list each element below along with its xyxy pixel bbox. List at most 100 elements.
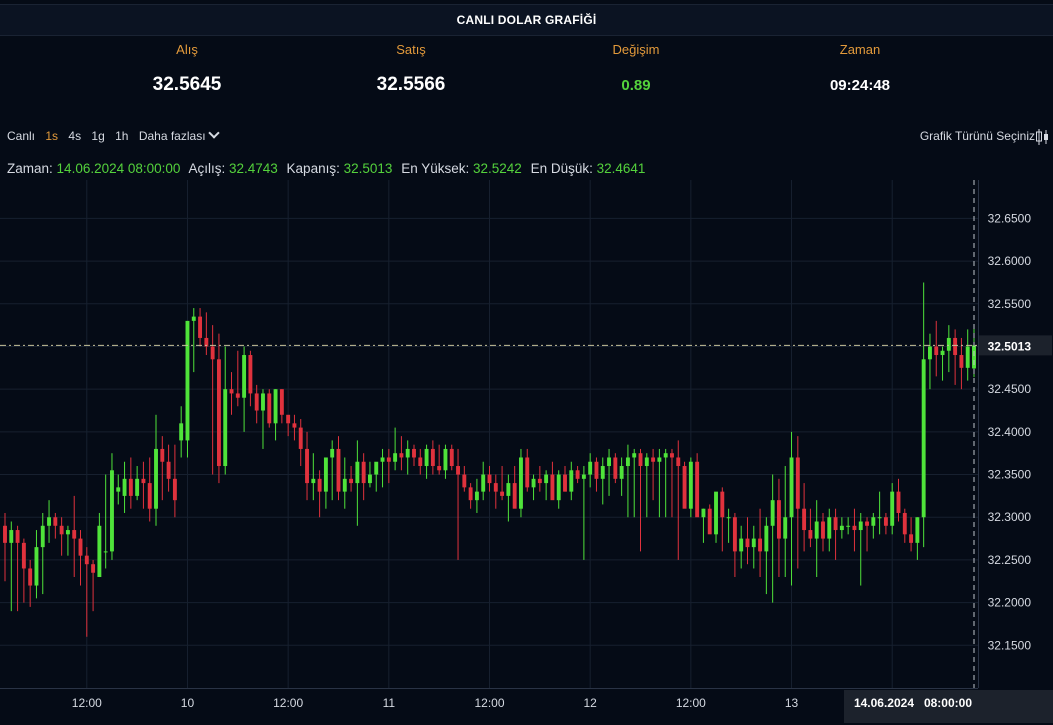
candle-body xyxy=(103,551,108,553)
candle-body xyxy=(575,470,580,479)
candle-body xyxy=(776,500,781,539)
candle-body xyxy=(896,491,901,513)
ohlc-open-value: 32.4743 xyxy=(228,161,278,176)
current-price-label: 32.5013 xyxy=(988,339,1032,353)
candle-body xyxy=(160,448,165,462)
candle-body xyxy=(72,530,77,539)
x-tick-label: 12:00 xyxy=(273,696,303,710)
candle-body xyxy=(846,525,851,527)
chart-type-selector[interactable]: Grafik Türünü Seçiniz xyxy=(920,129,1035,143)
candle-body xyxy=(437,466,442,471)
candle-body xyxy=(934,346,939,356)
candle-body xyxy=(594,461,599,479)
candle-body xyxy=(619,466,624,479)
candle-body xyxy=(235,393,240,398)
candle-body xyxy=(877,517,882,519)
candle-body xyxy=(122,478,127,496)
more-dropdown[interactable]: Daha fazlası xyxy=(138,127,220,143)
ohlc-high-label: En Yüksek: xyxy=(401,161,470,176)
candle-body xyxy=(361,461,366,484)
candle-body xyxy=(462,474,467,488)
candle-body xyxy=(3,525,7,543)
candle-body xyxy=(355,461,360,484)
live-button[interactable]: Canlı xyxy=(7,129,35,143)
candle-body xyxy=(959,355,964,368)
x-tick-label: 11 xyxy=(383,696,396,710)
candle-body xyxy=(323,457,328,492)
ohlc-close-label: Kapanış: xyxy=(286,161,340,176)
interval-1g[interactable]: 1g xyxy=(91,129,104,143)
candle-body xyxy=(254,393,259,411)
candle-body xyxy=(97,525,102,578)
candle-body xyxy=(47,517,51,526)
candle-body xyxy=(770,500,775,526)
candle-body xyxy=(110,470,114,552)
x-tick-label: 10 xyxy=(181,696,195,710)
candle-body xyxy=(330,448,335,458)
candle-body xyxy=(783,517,788,539)
y-tick-label: 32.4000 xyxy=(988,425,1032,439)
candle-body xyxy=(380,457,385,462)
ohlc-readout: Zaman: 14.06.2024 08:00:00 Açılış: 32.47… xyxy=(7,161,650,176)
candle-body xyxy=(298,427,303,449)
candle-body xyxy=(921,359,926,518)
more-label: Daha fazlası xyxy=(138,129,206,143)
candle-body xyxy=(481,474,486,492)
x-tick-label: 12 xyxy=(583,696,597,710)
interval-1s[interactable]: 1s xyxy=(45,129,58,143)
candle-body xyxy=(21,542,26,569)
candle-body xyxy=(827,517,832,539)
y-tick-label: 32.4500 xyxy=(988,382,1032,396)
candle-body xyxy=(242,355,247,398)
ohlc-time-label: Zaman: xyxy=(7,161,53,176)
candle-body xyxy=(928,346,932,360)
candle-body xyxy=(632,453,637,458)
candle-body xyxy=(386,457,391,462)
ohlc-time-value: 14.06.2024 08:00:00 xyxy=(56,161,181,176)
chart-panel: CANLI DOLAR GRAFİĞİ Alış 32.5645 Satış 3… xyxy=(0,0,1053,725)
y-tick-label: 32.5500 xyxy=(988,297,1032,311)
candle-body xyxy=(65,530,70,535)
candle-body xyxy=(909,534,914,543)
candle-body xyxy=(714,491,718,535)
candle-body xyxy=(808,530,813,539)
candle-body xyxy=(581,474,586,479)
interval-4s[interactable]: 4s xyxy=(68,129,81,143)
candle-body xyxy=(229,389,234,394)
candle-body xyxy=(550,474,555,501)
y-tick-label: 32.3500 xyxy=(988,468,1032,482)
candle-body xyxy=(600,466,605,479)
candlestick-icon[interactable] xyxy=(1035,129,1049,145)
stat-time-value: 09:24:48 xyxy=(829,77,891,94)
candlestick-chart[interactable]: 32.650032.600032.550032.500032.450032.40… xyxy=(0,180,1053,725)
candle-body xyxy=(305,448,309,484)
candle-body xyxy=(198,316,203,338)
candle-body xyxy=(946,337,951,351)
stat-ask-value: 32.5566 xyxy=(376,74,446,95)
candle-body xyxy=(525,457,530,488)
candle-body xyxy=(141,478,146,484)
stat-bid-value: 32.5645 xyxy=(152,74,222,95)
candle-body xyxy=(758,538,763,552)
interval-1h[interactable]: 1h xyxy=(115,129,128,143)
candle-body xyxy=(34,547,39,586)
candle-body xyxy=(53,517,58,526)
candle-body xyxy=(342,478,347,492)
candle-body xyxy=(84,555,89,565)
candle-body xyxy=(883,517,888,526)
candle-body xyxy=(261,393,265,411)
candle-body xyxy=(367,474,372,484)
candle-body xyxy=(154,448,158,509)
interval-toolbar: Canlı 1s 4s 1g 1h Daha fazlası xyxy=(7,127,225,147)
stat-bid-label: Alış xyxy=(176,42,198,57)
candle-body xyxy=(424,448,429,467)
page-title: CANLI DOLAR GRAFİĞİ xyxy=(0,4,1053,36)
stat-time: Zaman 09:24:48 xyxy=(760,36,960,94)
stat-change: Değişim 0.89 xyxy=(536,36,736,94)
stat-ask-label: Satış xyxy=(396,42,426,57)
candle-body xyxy=(588,461,593,475)
x-tick-label: 12:00 xyxy=(72,696,102,710)
candle-body xyxy=(644,457,649,467)
candle-body xyxy=(839,525,844,531)
candle-body xyxy=(78,538,83,556)
